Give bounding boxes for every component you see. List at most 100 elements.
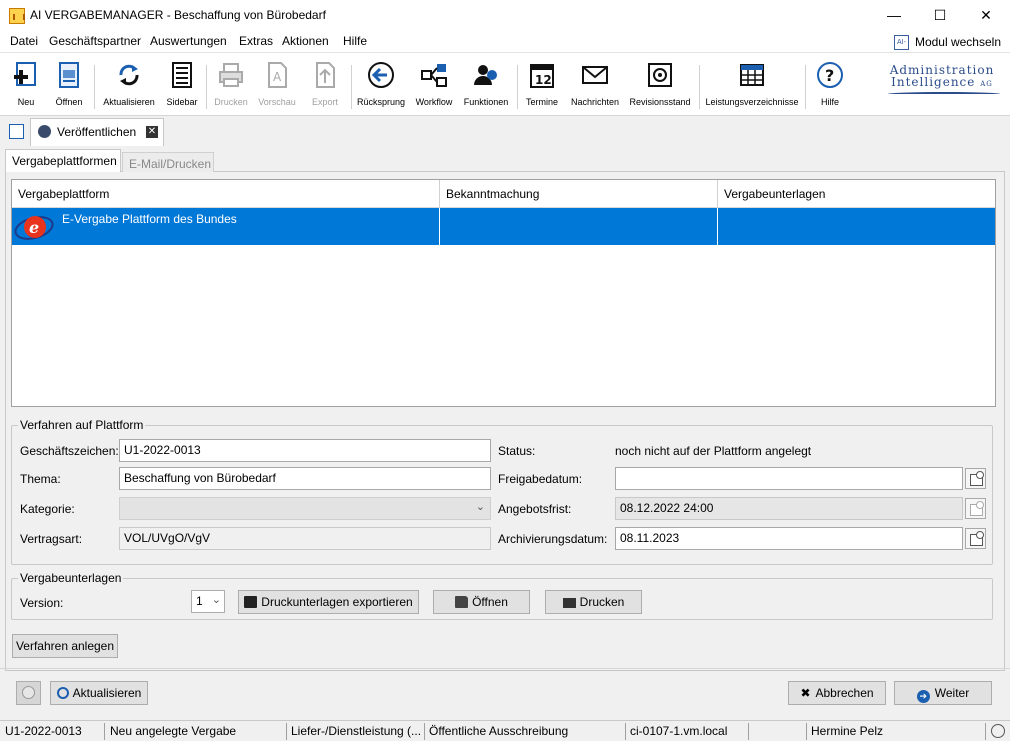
- leistungsverzeichnisse-label: Leistungsverzeichnisse: [705, 97, 799, 107]
- unterlagen-print-label: Drucken: [579, 595, 625, 609]
- brand-swoosh: [888, 92, 1000, 96]
- kategorie-label: Kategorie:: [20, 502, 75, 516]
- brand-line2: Intelligence AG: [891, 75, 993, 89]
- revision-button[interactable]: Revisionsstand: [628, 59, 692, 115]
- revision-label: Revisionsstand: [629, 97, 691, 107]
- close-button[interactable]: ✕: [963, 0, 1009, 31]
- tab-email-drucken-label: E-Mail/Drucken: [129, 157, 212, 171]
- minimize-button[interactable]: —: [871, 0, 917, 31]
- vertragsart-field: VOL/UVgO/VgV: [119, 527, 491, 550]
- sidebar-icon: [172, 62, 192, 88]
- unterlagen-print-button[interactable]: Drucken: [545, 590, 642, 614]
- unterlagen-title: Vergabeunterlagen: [18, 571, 124, 585]
- messages-button[interactable]: Nachrichten: [568, 59, 622, 115]
- kategorie-select[interactable]: ⌄: [119, 497, 491, 520]
- print-button[interactable]: Drucken: [211, 59, 251, 115]
- menu-aktionen[interactable]: Aktionen: [282, 34, 329, 48]
- archivierungsdatum-calendar-icon[interactable]: [965, 528, 986, 549]
- status-vergabe-state: Neu angelegte Vergabe: [110, 724, 237, 738]
- workflow-button[interactable]: Workflow: [413, 59, 455, 115]
- printer-icon: [562, 598, 576, 608]
- status-label: Status:: [498, 444, 536, 458]
- menu-datei[interactable]: Datei: [10, 34, 38, 48]
- menu-geschaeftspartner[interactable]: Geschäftspartner: [49, 34, 141, 48]
- export-druckunterlagen-label: Druckunterlagen exportieren: [261, 595, 413, 609]
- version-value: 1: [196, 594, 203, 608]
- bottom-refresh-button[interactable]: Aktualisieren: [50, 681, 148, 705]
- archivierungsdatum-field[interactable]: 08.11.2023: [615, 527, 963, 550]
- geschaeftszeichen-field[interactable]: U1-2022-0013: [119, 439, 491, 462]
- leistungsverzeichnisse-button[interactable]: Leistungsverzeichnisse: [704, 59, 800, 115]
- status-leistungsart: Liefer-/Dienstleistung (...: [291, 724, 422, 738]
- table-icon: [740, 64, 764, 86]
- freigabedatum-field[interactable]: [615, 467, 963, 490]
- svg-text:?: ?: [825, 66, 834, 85]
- tab-veroeffentlichen[interactable]: Veröffentlichen ✕: [30, 118, 164, 146]
- platform-table[interactable]: Vergabeplattform Bekanntmachung Vergabeu…: [11, 179, 996, 407]
- title-bar: AI VERGABEMANAGER - Beschaffung von Büro…: [0, 0, 1010, 31]
- back-label: Rücksprung: [356, 97, 406, 107]
- tab-veroeffentlichen-label: Veröffentlichen: [57, 125, 137, 139]
- new-button[interactable]: Neu: [8, 59, 44, 115]
- new-icon: [14, 62, 36, 86]
- calendar-day: 12: [535, 73, 552, 87]
- status-separator: [985, 723, 986, 740]
- functions-button[interactable]: Funktionen: [462, 59, 510, 115]
- archivierungsdatum-label: Archivierungsdatum:: [498, 532, 608, 546]
- verfahren-anlegen-button[interactable]: Verfahren anlegen: [12, 634, 118, 658]
- export-druckunterlagen-button[interactable]: Druckunterlagen exportieren: [238, 590, 419, 614]
- row-plattform-text: E-Vergabe Plattform des Bundes: [62, 212, 237, 226]
- workflow-label: Workflow: [415, 97, 453, 107]
- column-header-vergabeplattform[interactable]: Vergabeplattform: [12, 180, 440, 208]
- unterlagen-open-button[interactable]: Öffnen: [433, 590, 530, 614]
- sidebar-button[interactable]: Sidebar: [164, 59, 200, 115]
- version-select[interactable]: 1 ⌄: [191, 590, 225, 613]
- cancel-button[interactable]: ✖ Abbrechen: [788, 681, 886, 705]
- export-button[interactable]: Export: [305, 59, 345, 115]
- tab-vergabeplattformen[interactable]: Vergabeplattformen: [5, 149, 121, 172]
- cell-vergabeunterlagen: [718, 208, 995, 245]
- cancel-x-icon: ✖: [800, 686, 811, 700]
- menu-extras[interactable]: Extras: [239, 34, 273, 48]
- menu-hilfe[interactable]: Hilfe: [343, 34, 367, 48]
- modul-wechseln-label: Modul wechseln: [914, 35, 1001, 49]
- tab-email-drucken[interactable]: E-Mail/Drucken: [122, 152, 214, 172]
- verfahren-title: Verfahren auf Plattform: [18, 418, 146, 432]
- refresh-icon: [119, 64, 139, 86]
- toolbar-separator: [805, 65, 806, 109]
- back-button[interactable]: Rücksprung: [356, 59, 406, 115]
- toolbar-separator: [94, 65, 95, 109]
- preview-label: Vorschau: [258, 97, 296, 107]
- maximize-button[interactable]: ☐: [917, 0, 963, 31]
- preview-button[interactable]: A Vorschau: [256, 59, 298, 115]
- window-title: AI VERGABEMANAGER - Beschaffung von Büro…: [30, 8, 326, 22]
- navigator-icon[interactable]: [9, 124, 24, 139]
- column-header-bekanntmachung[interactable]: Bekanntmachung: [440, 180, 718, 208]
- next-button[interactable]: ➔ Weiter: [894, 681, 992, 705]
- workflow-icon: [421, 64, 447, 87]
- close-tab-icon[interactable]: ✕: [146, 126, 158, 138]
- export-label: Export: [311, 97, 338, 107]
- menu-auswertungen[interactable]: Auswertungen: [150, 34, 227, 48]
- table-row[interactable]: e E-Vergabe Plattform des Bundes: [12, 208, 995, 245]
- calendar-button[interactable]: 12 Termine: [522, 59, 562, 115]
- column-header-vergabeunterlagen[interactable]: Vergabeunterlagen: [718, 180, 995, 208]
- status-light-icon: [22, 686, 35, 699]
- freigabedatum-calendar-icon[interactable]: [965, 468, 986, 489]
- help-button[interactable]: ? Hilfe: [812, 59, 848, 115]
- print-label: Drucken: [214, 97, 248, 107]
- freigabedatum-label: Freigabedatum:: [498, 472, 583, 486]
- status-light-button[interactable]: [16, 681, 41, 705]
- refresh-button[interactable]: Aktualisieren: [100, 59, 158, 115]
- calendar-icon: 12: [530, 64, 554, 88]
- functions-icon: [474, 65, 497, 85]
- status-separator: [806, 723, 807, 740]
- divider: [0, 668, 1010, 669]
- cell-bekanntmachung: [440, 208, 718, 245]
- open-button[interactable]: Öffnen: [50, 59, 88, 115]
- unterlagen-open-label: Öffnen: [472, 595, 508, 609]
- document-tab-strip: Veröffentlichen ✕: [0, 116, 1010, 146]
- modul-wechseln-button[interactable]: AI- Modul wechseln: [893, 33, 1001, 51]
- thema-field[interactable]: Beschaffung von Bürobedarf: [119, 467, 491, 490]
- status-separator: [104, 723, 105, 740]
